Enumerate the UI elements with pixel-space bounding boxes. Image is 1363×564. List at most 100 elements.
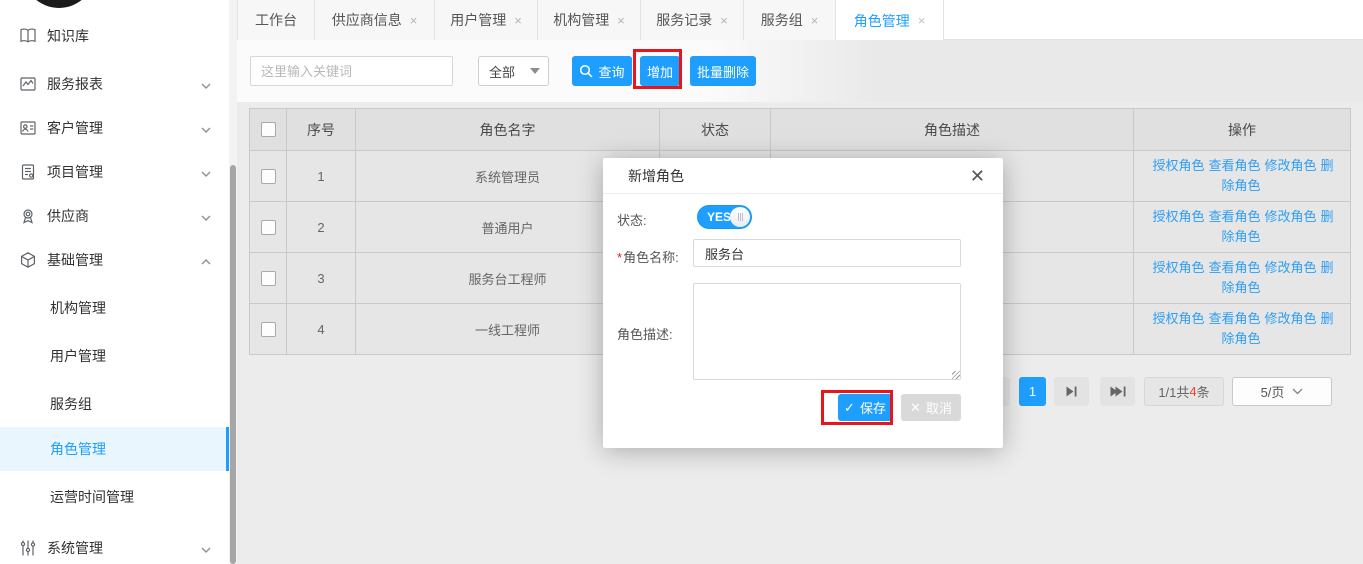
authorize-role-link[interactable]: 授权角色: [1152, 260, 1204, 275]
toggle-on-label: YES: [707, 210, 731, 224]
sidebar-item-service-reports[interactable]: 服务报表: [0, 62, 229, 106]
cell-actions: 授权角色查看角色修改角色删除角色: [1134, 304, 1351, 355]
table-header-row: 序号 角色名字 状态 角色描述 操作: [250, 109, 1351, 151]
sidebar-item-user-mgmt[interactable]: 用户管理: [0, 334, 229, 378]
next-page-button[interactable]: [1054, 377, 1089, 406]
tab-service-group[interactable]: 服务组 ×: [744, 0, 836, 40]
cell-no: 4: [287, 304, 356, 355]
logo: [23, 0, 95, 8]
row-checkbox[interactable]: [261, 220, 276, 235]
sidebar-item-knowledge-base[interactable]: 知识库: [0, 14, 229, 58]
book-icon: [19, 27, 37, 45]
tab-role-mgmt[interactable]: 角色管理 ×: [836, 0, 944, 41]
view-role-link[interactable]: 查看角色: [1208, 209, 1260, 224]
add-role-dialog: 新增角色 ✕ 状态: YES *角色名称: 角色描述: ✓ 保存 ✕ 取消: [603, 158, 1003, 448]
row-checkbox[interactable]: [261, 271, 276, 286]
tab-service-records[interactable]: 服务记录 ×: [641, 0, 744, 40]
view-role-link[interactable]: 查看角色: [1208, 260, 1260, 275]
tab-label: 服务组: [761, 10, 803, 30]
edit-role-link[interactable]: 修改角色: [1265, 209, 1317, 224]
sidebar-item-basic-mgmt[interactable]: 基础管理: [0, 238, 229, 282]
sidebar-item-customer-mgmt[interactable]: 客户管理: [0, 106, 229, 150]
toggle-knob: [730, 207, 750, 227]
close-icon[interactable]: ×: [811, 13, 819, 28]
add-button-label: 增加: [647, 62, 673, 81]
cancel-button[interactable]: ✕ 取消: [901, 394, 961, 421]
page-size-value: 5/页: [1261, 382, 1285, 401]
sidebar-item-role-mgmt[interactable]: 角色管理: [0, 427, 229, 471]
status-toggle[interactable]: YES: [697, 205, 752, 229]
sidebar-item-project-mgmt[interactable]: 项目管理: [0, 150, 229, 194]
dialog-header: 新增角色 ✕: [603, 158, 1003, 194]
close-icon[interactable]: ×: [720, 13, 728, 28]
chevron-down-icon: [1292, 388, 1303, 395]
tab-workbench[interactable]: 工作台: [237, 0, 315, 40]
sidebar: 知识库 服务报表 客户管理 项目管理: [0, 0, 229, 564]
last-page-button[interactable]: [1100, 377, 1135, 406]
role-name-input[interactable]: [693, 239, 961, 267]
authorize-role-link[interactable]: 授权角色: [1152, 158, 1204, 173]
tab-bar: 工作台 供应商信息 × 用户管理 × 机构管理 × 服务记录 × 服务组 ×: [237, 0, 1363, 40]
select-all-checkbox[interactable]: [261, 122, 276, 137]
add-button[interactable]: 增加: [640, 56, 680, 86]
tab-user-mgmt[interactable]: 用户管理 ×: [435, 0, 538, 40]
role-name-label: *角色名称:: [617, 247, 679, 266]
sidebar-item-org-mgmt[interactable]: 机构管理: [0, 286, 229, 330]
authorize-role-link[interactable]: 授权角色: [1152, 311, 1204, 326]
sidebar-item-label: 角色管理: [50, 439, 208, 459]
close-icon[interactable]: ×: [918, 13, 926, 28]
chevron-down-icon: [201, 164, 211, 180]
save-button[interactable]: ✓ 保存: [838, 394, 892, 421]
view-role-link[interactable]: 查看角色: [1208, 158, 1260, 173]
search-input[interactable]: [250, 56, 453, 86]
tab-label: 工作台: [255, 10, 297, 30]
tab-label: 供应商信息: [332, 10, 402, 30]
chart-icon: [19, 75, 37, 93]
tab-label: 用户管理: [450, 10, 506, 30]
close-icon[interactable]: ×: [617, 13, 625, 28]
close-icon[interactable]: ×: [514, 13, 522, 28]
sidebar-item-label: 基础管理: [47, 250, 201, 270]
cube-icon: [19, 251, 37, 269]
sidebar-item-label: 供应商: [47, 206, 201, 226]
tab-supplier-info[interactable]: 供应商信息 ×: [315, 0, 435, 40]
app-window: 知识库 服务报表 客户管理 项目管理: [0, 0, 1363, 564]
row-checkbox[interactable]: [261, 322, 276, 337]
chevron-up-icon: [201, 252, 211, 268]
chevron-down-icon: [201, 76, 211, 92]
col-header-no: 序号: [287, 109, 356, 151]
sidebar-item-label: 用户管理: [50, 346, 211, 366]
sidebar-item-system-mgmt[interactable]: 系统管理: [0, 526, 229, 564]
sidebar-item-label: 服务组: [50, 394, 211, 414]
sidebar-item-label: 运营时间管理: [50, 487, 211, 507]
tab-org-mgmt[interactable]: 机构管理 ×: [538, 0, 641, 40]
filter-select-value: 全部: [489, 62, 515, 81]
filter-select[interactable]: 全部: [478, 56, 549, 86]
sidebar-item-operation-time-mgmt[interactable]: 运营时间管理: [0, 475, 229, 519]
save-button-label: 保存: [860, 398, 886, 417]
next-page-icon: [1066, 386, 1077, 397]
edit-role-link[interactable]: 修改角色: [1265, 158, 1317, 173]
cancel-x-icon: ✕: [910, 400, 921, 416]
sidebar-item-supplier[interactable]: 供应商: [0, 194, 229, 238]
cell-actions: 授权角色查看角色修改角色删除角色: [1134, 202, 1351, 253]
sliders-icon: [19, 539, 37, 557]
close-icon[interactable]: ×: [410, 13, 418, 28]
cell-no: 2: [287, 202, 356, 253]
scrollbar-thumb[interactable]: [230, 165, 236, 564]
view-role-link[interactable]: 查看角色: [1208, 311, 1260, 326]
batch-delete-button[interactable]: 批量删除: [690, 56, 756, 86]
edit-role-link[interactable]: 修改角色: [1265, 311, 1317, 326]
authorize-role-link[interactable]: 授权角色: [1152, 209, 1204, 224]
chevron-down-icon: [201, 208, 211, 224]
edit-role-link[interactable]: 修改角色: [1265, 260, 1317, 275]
sidebar-scrollbar[interactable]: [229, 0, 237, 564]
dialog-close-icon[interactable]: ✕: [970, 167, 985, 185]
query-button[interactable]: 查询: [572, 56, 632, 86]
sidebar-item-service-group[interactable]: 服务组: [0, 382, 229, 426]
page-size-select[interactable]: 5/页: [1232, 377, 1332, 406]
row-checkbox[interactable]: [261, 169, 276, 184]
page-number-button[interactable]: 1: [1019, 377, 1046, 406]
role-desc-textarea[interactable]: [693, 283, 961, 380]
document-icon: [19, 163, 37, 181]
